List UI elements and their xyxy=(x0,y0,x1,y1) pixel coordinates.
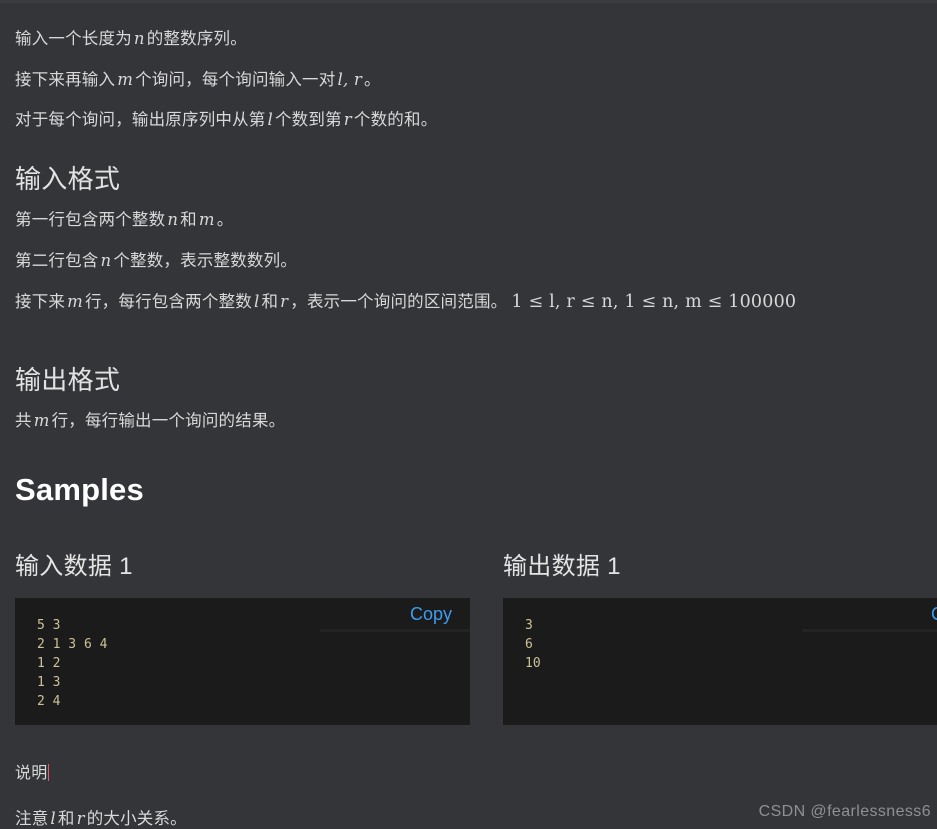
input-3-var-r: r xyxy=(280,292,289,311)
samples-heading: Samples xyxy=(15,472,144,507)
input-1-var-n: n xyxy=(167,210,179,229)
problem-page: 输入一个长度为 n 的整数序列。 接下来再输入 m 个询问，每个询问输入一对 l, r。 … xyxy=(0,0,937,829)
note-heading: 说明 xyxy=(15,765,48,782)
output-1-post: 行，每行输出一个询问的结果。 xyxy=(51,412,286,430)
input-3-post: ，表示一个询问的区间范围。 xyxy=(290,293,508,311)
sample-output-code-block: Cop 3 6 10 xyxy=(503,598,937,725)
note-heading-row: 说明 xyxy=(15,764,50,782)
input-2-post: 个整数，表示整数数列。 xyxy=(113,252,298,270)
note-post: 的大小关系。 xyxy=(86,810,187,828)
statement-1-pre: 输入一个长度为 xyxy=(15,30,132,48)
input-2-pre: 第二行包含 xyxy=(15,252,99,270)
input-3-var-m: m xyxy=(67,292,83,311)
copy-button-underline-input xyxy=(320,629,470,632)
statement-2-var-m: m xyxy=(117,70,134,89)
statement-2-var-lr: l, r xyxy=(337,70,362,89)
statement-2-pre: 接下来再输入 xyxy=(15,71,116,89)
input-2-var-n: n xyxy=(100,251,112,270)
input-3-mid: 行，每行包含两个整数 xyxy=(84,293,252,311)
input-3-pre: 接下来 xyxy=(15,293,66,311)
statement-3-var-l: l xyxy=(267,110,273,129)
output-1-pre: 共 xyxy=(15,412,32,430)
problem-statement-line-3: 对于每个询问，输出原序列中从第 l 个数到第 r 个数的和。 xyxy=(15,110,438,129)
content-top-edge xyxy=(0,0,937,3)
statement-1-var-n: n xyxy=(133,29,145,48)
copy-button-output[interactable]: Cop xyxy=(931,605,937,628)
input-constraint-formula: 1 ≤ l, r ≤ n, 1 ≤ n, m ≤ 100000 xyxy=(511,292,797,312)
input-1-mid: 和 xyxy=(180,211,197,229)
sample-output-title: 输出数据 1 xyxy=(503,553,621,580)
input-1-pre: 第一行包含两个整数 xyxy=(15,211,166,229)
input-format-line-3: 接下来 m 行，每行包含两个整数 l 和 r ，表示一个询问的区间范围。 1 ≤ l, r ≤… xyxy=(15,292,797,312)
text-caret xyxy=(48,764,50,781)
statement-1-post: 的整数序列。 xyxy=(146,30,247,48)
copy-button-input[interactable]: Copy xyxy=(410,605,452,628)
note-pre: 注意 xyxy=(15,810,49,828)
problem-content: 输入一个长度为 n 的整数序列。 接下来再输入 m 个询问，每个询问输入一对 l, r。 … xyxy=(15,22,937,829)
problem-statement-line-2: 接下来再输入 m 个询问，每个询问输入一对 l, r。 xyxy=(15,70,381,89)
output-1-var-m: m xyxy=(33,411,50,430)
note-var-r: r xyxy=(76,809,85,828)
problem-statement-line-1: 输入一个长度为 n 的整数序列。 xyxy=(15,29,247,48)
note-var-l: l xyxy=(50,809,56,828)
sample-output-code-text: 3 6 10 xyxy=(525,618,541,671)
statement-2-mid: 个询问，每个询问输入一对 xyxy=(135,71,336,89)
note-mid: 和 xyxy=(57,810,75,828)
input-format-line-2: 第二行包含 n 个整数，表示整数数列。 xyxy=(15,251,298,270)
input-1-post: 。 xyxy=(216,211,234,229)
sample-input-title: 输入数据 1 xyxy=(15,553,133,580)
csdn-watermark: CSDN @fearlessness6 xyxy=(758,803,931,820)
note-body: 注意 l 和 r 的大小关系。 xyxy=(15,809,187,828)
input-format-heading: 输入格式 xyxy=(15,164,121,194)
sample-input-code-text: 5 3 2 1 3 6 4 1 2 1 3 2 4 xyxy=(37,618,108,709)
output-format-heading: 输出格式 xyxy=(15,365,121,395)
statement-3-var-r: r xyxy=(343,110,352,129)
output-format-line-1: 共 m 行，每行输出一个询问的结果。 xyxy=(15,411,286,430)
copy-button-underline-output xyxy=(802,629,937,632)
input-1-var-m: m xyxy=(198,210,215,229)
statement-3-pre: 对于每个询问，输出原序列中从第 xyxy=(15,111,266,129)
statement-3-mid: 个数到第 xyxy=(274,111,342,129)
statement-2-post: 。 xyxy=(363,71,381,89)
statement-3-post: 个数的和。 xyxy=(353,111,438,129)
input-3-mid2: 和 xyxy=(261,293,279,311)
sample-input-code-block: Copy 5 3 2 1 3 6 4 1 2 1 3 2 4 xyxy=(15,598,470,725)
input-format-line-1: 第一行包含两个整数 n 和 m。 xyxy=(15,210,234,229)
